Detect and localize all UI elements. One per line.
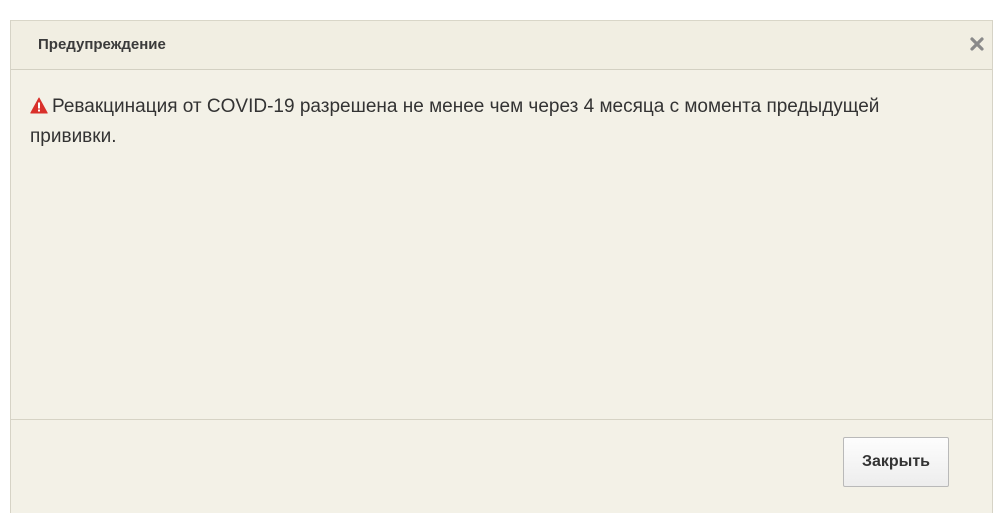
- dialog-footer: Закрыть: [11, 419, 992, 513]
- warning-triangle-icon: [30, 95, 48, 123]
- dialog-header: Предупреждение: [11, 20, 992, 70]
- close-x-icon[interactable]: [967, 32, 989, 56]
- warning-message: Ревакцинация от COVID-19 разрешена не ме…: [30, 93, 940, 151]
- close-button[interactable]: Закрыть: [843, 437, 949, 487]
- dialog-title: Предупреждение: [38, 36, 166, 53]
- warning-message-text: Ревакцинация от COVID-19 разрешена не ме…: [30, 96, 880, 147]
- warning-dialog: Предупреждение Ревакцинация от COVID-19 …: [10, 20, 993, 513]
- dialog-body: Ревакцинация от COVID-19 разрешена не ме…: [11, 70, 992, 419]
